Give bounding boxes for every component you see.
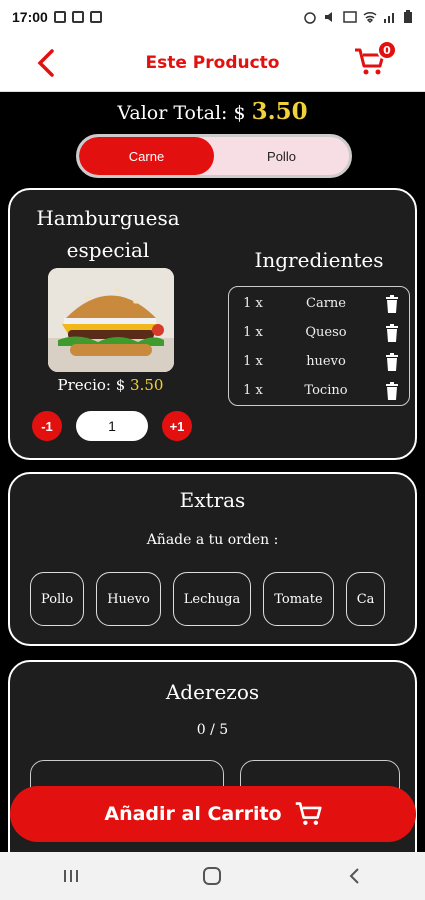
product-image (48, 268, 174, 372)
status-left: 17:00 (12, 9, 102, 25)
product-price: Precio: $ 3.50 (28, 376, 193, 394)
system-nav-bar (0, 852, 425, 900)
status-bar: 17:00 (0, 0, 425, 34)
home-icon (203, 867, 222, 885)
chevron-left-icon (37, 49, 54, 77)
image-notification-icon (53, 11, 66, 23)
status-right (303, 10, 413, 24)
recents-button[interactable] (51, 856, 91, 896)
extras-subtitle: Añade a tu orden : (146, 532, 279, 548)
toggle-option-pollo[interactable]: Pollo (214, 137, 349, 175)
extra-chip[interactable]: Tomate (263, 572, 334, 626)
extra-chip[interactable]: Ca (345, 572, 386, 626)
total-amount: 3.50 (251, 98, 308, 125)
mute-icon (325, 12, 332, 22)
ingredient-row: 1 x huevo (235, 347, 403, 376)
extras-title: Extras (179, 488, 246, 512)
status-time: 17:00 (12, 9, 48, 25)
message-notification-icon (89, 11, 102, 23)
back-icon (349, 868, 359, 884)
product-card: Hamburguesa especial Precio: $ 3.50 -1 1… (8, 188, 417, 460)
recents-icon (63, 870, 78, 882)
ingredient-row: 1 x Queso (235, 318, 403, 347)
add-to-cart-button[interactable]: Añadir al Carrito (10, 786, 416, 842)
trash-icon[interactable] (381, 380, 403, 402)
ingredient-qty: 1 x (243, 325, 263, 340)
extra-chip[interactable]: Pollo (30, 572, 85, 626)
page-title: Este Producto (145, 52, 280, 73)
cart-button[interactable]: 0 (353, 40, 397, 80)
ingredient-name: huevo (306, 354, 346, 369)
quantity-stepper: -1 1 +1 (32, 410, 192, 442)
battery-icon (404, 10, 412, 23)
aderezos-count: 0 / 5 (196, 722, 229, 738)
app-notification-icon (71, 11, 84, 23)
ingredient-qty: 1 x (243, 383, 263, 398)
app-bar: Este Producto 0 (0, 34, 425, 92)
burger-image (48, 268, 174, 372)
cart-count-badge: 0 (377, 40, 397, 60)
add-to-cart-label: Añadir al Carrito (104, 803, 282, 825)
signal-icon (384, 13, 394, 23)
product-name: Hamburguesa especial (28, 202, 188, 266)
ingredients-title: Ingredientes (254, 248, 384, 272)
cart-icon (295, 802, 322, 825)
trash-icon[interactable] (381, 293, 403, 315)
ingredient-name: Queso (305, 325, 347, 340)
price-label: Precio: $ (57, 376, 126, 394)
total-row: Valor Total: $ 3.50 (0, 98, 425, 130)
ingredient-name: Carne (306, 296, 346, 311)
ingredient-row: 1 x Tocino (235, 376, 403, 405)
extra-chip[interactable]: Lechuga (172, 572, 252, 626)
product-name-line2: especial (66, 238, 150, 262)
trash-icon[interactable] (381, 351, 403, 373)
toggle-option-carne[interactable]: Carne (79, 137, 214, 175)
trash-icon[interactable] (381, 322, 403, 344)
back-nav-button[interactable] (334, 856, 374, 896)
ingredient-qty: 1 x (243, 354, 263, 369)
ingredient-name: Tocino (304, 383, 348, 398)
price-value: 3.50 (130, 376, 164, 394)
product-name-line1: Hamburguesa (36, 206, 180, 230)
aderezos-title: Aderezos (165, 680, 260, 704)
quantity-input[interactable]: 1 (76, 411, 148, 441)
extra-chip[interactable]: Huevo (96, 572, 161, 626)
wifi-icon (363, 11, 377, 24)
ingredient-qty: 1 x (243, 296, 263, 311)
increment-button[interactable]: +1 (162, 411, 192, 441)
ingredient-row: 1 x Carne (235, 289, 403, 318)
ingredients-list: 1 x Carne 1 x Queso 1 x huevo 1 x Tocino (228, 286, 410, 406)
alarm-icon (304, 12, 316, 24)
back-button[interactable] (34, 48, 62, 78)
home-button[interactable] (192, 856, 232, 896)
meat-toggle: Carne Pollo (76, 134, 352, 178)
extras-chip-list: Pollo Huevo Lechuga Tomate Ca (30, 572, 407, 630)
decrement-button[interactable]: -1 (32, 411, 62, 441)
extras-card: Extras Añade a tu orden : Pollo Huevo Lech… (8, 472, 417, 646)
data-icon (343, 11, 357, 23)
aderezos-card: Aderezos 0 / 5 (8, 660, 417, 880)
total-label: Valor Total: $ (117, 102, 246, 124)
